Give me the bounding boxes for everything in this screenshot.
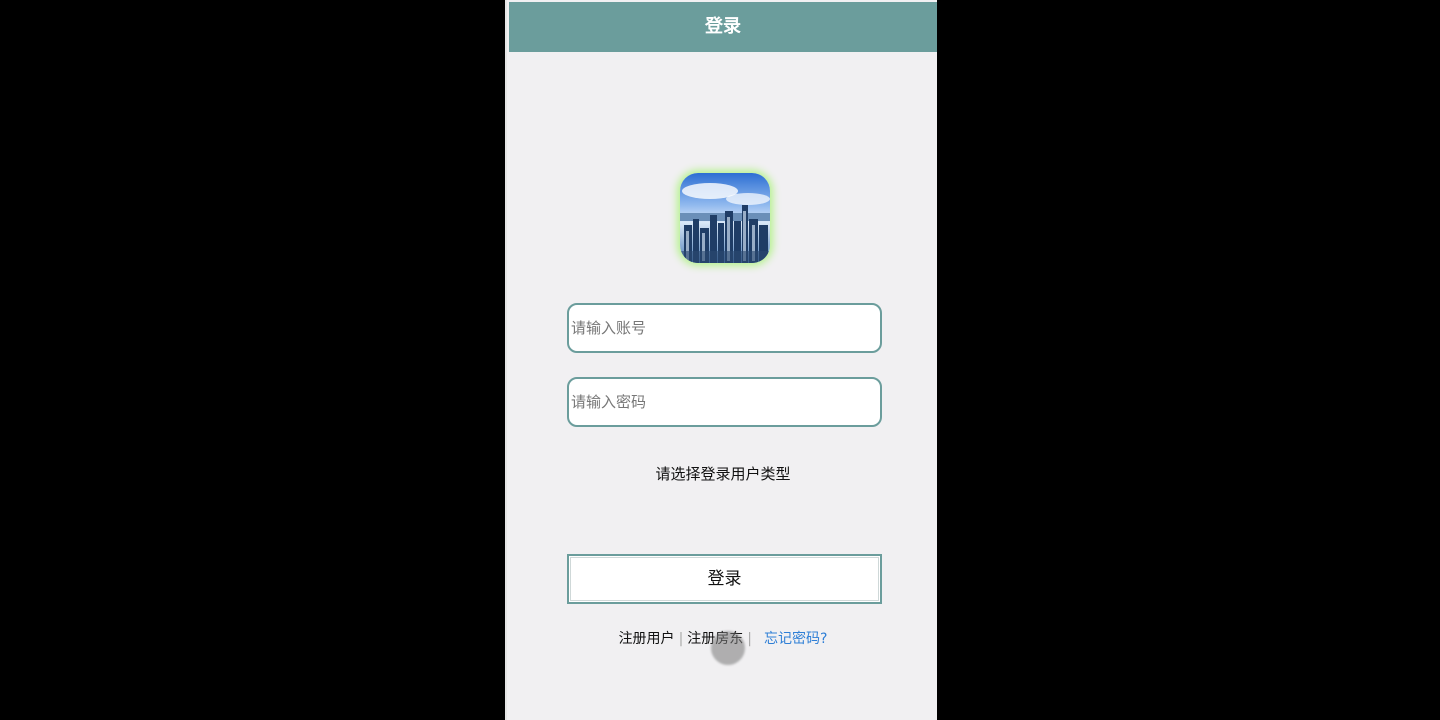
forgot-password-link[interactable]: 忘记密码? bbox=[764, 631, 827, 647]
login-button[interactable]: 登录 bbox=[567, 554, 882, 604]
register-user-link[interactable]: 注册用户 bbox=[619, 631, 675, 647]
touch-cursor-indicator bbox=[711, 631, 745, 665]
city-skyline-logo bbox=[680, 173, 770, 263]
link-separator: | bbox=[747, 631, 752, 647]
link-separator: | bbox=[678, 631, 684, 647]
mobile-viewport: 登录 请输入账号 请选择登录用户类型 登录 注册用户 | | 忘记密码? bbox=[505, 0, 937, 720]
password-input[interactable] bbox=[567, 377, 882, 427]
user-type-prompt[interactable]: 请选择登录用户类型 bbox=[507, 463, 937, 484]
account-input[interactable] bbox=[567, 303, 882, 353]
page-title: 登录 bbox=[509, 2, 937, 52]
